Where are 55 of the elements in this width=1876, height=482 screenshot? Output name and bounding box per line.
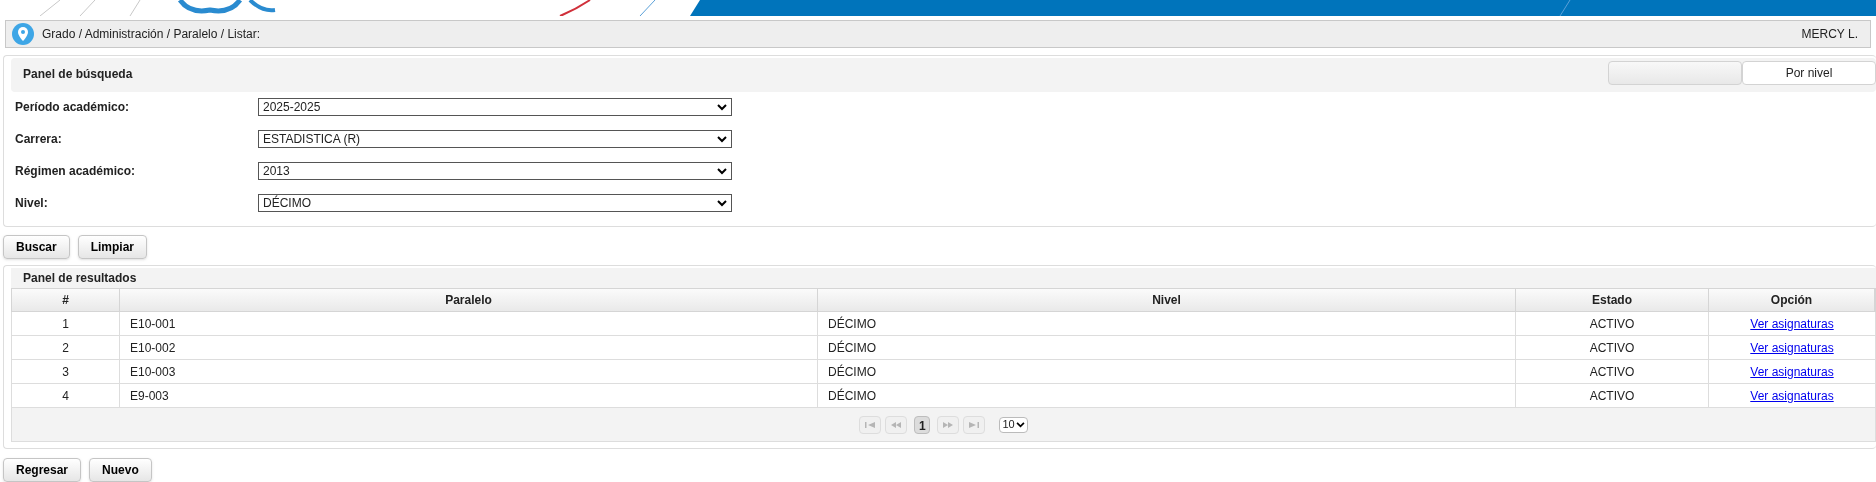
- column-header: Opción: [1709, 289, 1875, 311]
- page-size-select[interactable]: 10: [999, 416, 1028, 433]
- table-cell: 4: [12, 384, 120, 407]
- column-header: Paralelo: [120, 289, 818, 311]
- action-button[interactable]: Nuevo: [89, 458, 152, 482]
- panel-title: Panel de resultados: [23, 270, 137, 287]
- action-button[interactable]: Limpiar: [77, 235, 148, 259]
- chevron-down-icon: [717, 103, 727, 111]
- field-label: Nivel:: [15, 195, 49, 212]
- column-header: #: [12, 289, 120, 311]
- select-field[interactable]: ESTADISTICA (R): [258, 130, 732, 148]
- panel-title: Panel de búsqueda: [23, 66, 133, 83]
- table-cell: DÉCIMO: [818, 384, 1516, 407]
- next-page-icon[interactable]: [937, 415, 960, 434]
- column-header: Nivel: [818, 289, 1516, 311]
- table-cell: 2: [12, 336, 120, 359]
- select-field[interactable]: 2025-2025: [258, 98, 732, 116]
- view-subjects-link[interactable]: Ver asignaturas: [1750, 362, 1834, 381]
- field-label: Período académico:: [15, 99, 131, 116]
- view-subjects-link[interactable]: Ver asignaturas: [1750, 386, 1834, 405]
- table-cell: 3: [12, 360, 120, 383]
- table-cell: DÉCIMO: [818, 312, 1516, 335]
- action-button[interactable]: Buscar: [3, 235, 70, 259]
- chevron-down-icon: [1015, 421, 1025, 428]
- action-button[interactable]: Regresar: [3, 458, 82, 482]
- table-cell: 1: [12, 312, 120, 335]
- table-cell: ACTIVO: [1516, 336, 1709, 359]
- table-cell: DÉCIMO: [818, 360, 1516, 383]
- chevron-down-icon: [717, 167, 727, 175]
- table-cell: DÉCIMO: [818, 336, 1516, 359]
- user-name: MERCY L.: [1801, 26, 1858, 43]
- first-page-icon[interactable]: [859, 415, 882, 434]
- breadcrumb-text: Grado / Administración / Paralelo / Listar:: [42, 26, 261, 43]
- tab[interactable]: [1608, 61, 1742, 85]
- tab[interactable]: Por nivel: [1742, 61, 1876, 85]
- view-subjects-link[interactable]: Ver asignaturas: [1750, 314, 1834, 333]
- page-button[interactable]: 1: [914, 415, 931, 434]
- field-label: Carrera:: [15, 131, 63, 148]
- table-cell: E10-003: [120, 360, 818, 383]
- location-pin-icon: [12, 23, 34, 45]
- column-header: Estado: [1516, 289, 1709, 311]
- table-cell: ACTIVO: [1516, 312, 1709, 335]
- select-field[interactable]: 2013: [258, 162, 732, 180]
- table-cell: ACTIVO: [1516, 384, 1709, 407]
- table-cell: ACTIVO: [1516, 360, 1709, 383]
- table-cell: E10-002: [120, 336, 818, 359]
- last-page-icon[interactable]: [963, 415, 986, 434]
- view-subjects-link[interactable]: Ver asignaturas: [1750, 338, 1834, 357]
- field-label: Régimen académico:: [15, 163, 137, 180]
- select-field[interactable]: DÉCIMO: [258, 194, 732, 212]
- chevron-down-icon: [717, 135, 727, 143]
- chevron-down-icon: [717, 199, 727, 207]
- table-cell: E9-003: [120, 384, 818, 407]
- table-cell: E10-001: [120, 312, 818, 335]
- previous-page-icon[interactable]: [885, 415, 908, 434]
